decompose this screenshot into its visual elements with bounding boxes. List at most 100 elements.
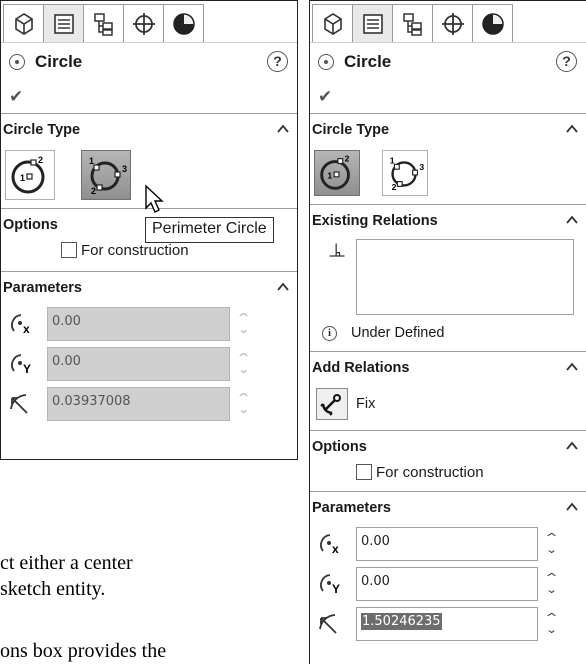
radius-value-selected: 1.50246235 <box>361 613 442 630</box>
circle-type-title: Circle Type <box>3 122 81 138</box>
svg-text:1: 1 <box>20 173 25 183</box>
tab-feature-manager[interactable] <box>312 4 353 42</box>
ok-check-button[interactable]: ✔ <box>318 87 332 107</box>
center-y-input[interactable]: 0.00 <box>356 567 538 601</box>
center-y-input[interactable]: 0.00 <box>47 347 230 381</box>
svg-text:1: 1 <box>327 171 332 181</box>
property-manager-icon <box>53 13 74 34</box>
tab-configuration-manager[interactable] <box>392 4 433 42</box>
perimeter-circle-button[interactable]: 1 3 2 <box>382 150 428 196</box>
definition-status: i Under Defined <box>310 315 586 351</box>
radius-spinner[interactable]: ^ ⌄ <box>541 607 563 641</box>
svg-text:1: 1 <box>390 155 395 165</box>
construction-label: For construction <box>376 463 484 481</box>
center-x-spinner[interactable]: ^ ⌄ <box>233 307 255 341</box>
tab-dimxpert-manager[interactable] <box>432 4 473 42</box>
center-x-icon: x <box>320 534 339 556</box>
options-section: Options For construction <box>310 430 586 487</box>
manager-tabs <box>1 1 297 43</box>
configuration-manager-icon <box>93 12 113 36</box>
fix-relation-row: Fix <box>310 384 586 430</box>
options-title: Options <box>3 217 58 233</box>
tab-configuration-manager[interactable] <box>83 4 124 42</box>
chevron-up-icon[interactable] <box>566 123 578 135</box>
center-y-spinner[interactable]: ^ ⌄ <box>233 347 255 381</box>
svg-text:x: x <box>23 322 30 336</box>
crosshair-icon <box>132 12 155 35</box>
center-y-spinner[interactable]: ^ ⌄ <box>541 567 563 601</box>
anchor-icon <box>320 394 341 416</box>
relations-row <box>310 237 586 315</box>
ok-check-button[interactable]: ✔ <box>9 87 23 107</box>
tab-display-manager[interactable] <box>163 4 204 42</box>
property-title-bar: Circle ? <box>310 43 586 81</box>
center-x-row: x 0.00 ^ ⌄ <box>310 524 586 564</box>
property-title-bar: Circle ? <box>1 43 297 81</box>
parameters-section: Parameters x 0.00 ^ ⌄ Y 0.00 ^ ⌄ 1.5024623… <box>310 491 586 644</box>
center-x-input[interactable]: 0.00 <box>356 527 538 561</box>
circle-property-manager-right: Circle ? ✔ Circle Type 21 132 Existing R… <box>309 0 586 664</box>
existing-relations-section: Existing Relations i Under Defined <box>310 204 586 351</box>
radius-row: 1.50246235 ^ ⌄ <box>310 604 586 644</box>
doc-text-line-1: ct either a center <box>0 552 133 574</box>
center-x-spinner[interactable]: ^ ⌄ <box>541 527 563 561</box>
circle-type-buttons: 21 132 <box>310 146 586 204</box>
doc-text-line-2: sketch entity. <box>0 578 106 600</box>
svg-text:2: 2 <box>345 154 350 164</box>
chevron-up-icon[interactable] <box>566 501 578 513</box>
fix-button[interactable] <box>316 388 348 420</box>
radius-icon <box>10 394 28 414</box>
svg-text:2: 2 <box>38 155 43 165</box>
tab-dimxpert-manager[interactable] <box>123 4 164 42</box>
circle-feature-icon <box>9 54 25 70</box>
chevron-up-icon[interactable] <box>566 440 578 452</box>
chevron-up-icon[interactable] <box>566 361 578 373</box>
options-header[interactable]: Options <box>310 431 586 463</box>
center-x-input[interactable]: 0.00 <box>47 307 230 341</box>
chevron-up-icon[interactable] <box>277 281 289 293</box>
confirm-row: ✔ <box>310 81 586 113</box>
manager-tabs <box>310 1 586 43</box>
appearance-sphere-icon <box>172 12 195 35</box>
page-title: Circle <box>35 52 83 71</box>
parameters-header[interactable]: Parameters <box>310 492 586 524</box>
center-circle-icon: 21 <box>320 154 350 190</box>
tab-property-manager[interactable] <box>43 4 84 42</box>
radius-input[interactable]: 0.03937008 <box>47 387 230 421</box>
radius-row: 0.03937008 ^ ⌄ <box>1 384 297 424</box>
center-circle-button[interactable]: 21 <box>314 150 360 196</box>
center-y-icon: Y <box>11 354 31 376</box>
radius-input[interactable]: 1.50246235 <box>356 607 538 641</box>
circle-type-header[interactable]: Circle Type <box>1 114 297 146</box>
existing-relations-header[interactable]: Existing Relations <box>310 205 586 237</box>
tab-display-manager[interactable] <box>472 4 513 42</box>
page-title: Circle <box>344 52 392 71</box>
tab-feature-manager[interactable] <box>3 4 44 42</box>
perimeter-circle-button[interactable]: 1 3 2 <box>81 150 131 200</box>
feature-manager-icon <box>323 12 342 35</box>
construction-label: For construction <box>81 241 189 259</box>
radius-spinner[interactable]: ^ ⌄ <box>233 387 255 421</box>
center-circle-button[interactable]: 21 <box>5 150 55 200</box>
svg-text:3: 3 <box>122 164 127 174</box>
crosshair-icon <box>441 12 464 35</box>
help-button[interactable]: ? <box>267 51 288 72</box>
construction-checkbox[interactable] <box>356 464 372 480</box>
chevron-up-icon[interactable] <box>566 214 578 226</box>
confirm-row: ✔ <box>1 81 297 113</box>
chevron-up-icon[interactable] <box>277 123 289 135</box>
add-relations-header[interactable]: Add Relations <box>310 352 586 384</box>
existing-relations-list[interactable] <box>356 239 574 315</box>
help-button[interactable]: ? <box>556 51 577 72</box>
relations-perpendicular-icon <box>329 243 345 257</box>
circle-type-section: Circle Type 21 132 <box>310 113 586 204</box>
construction-checkbox[interactable] <box>61 242 77 258</box>
circle-type-header[interactable]: Circle Type <box>310 114 586 146</box>
svg-text:2: 2 <box>392 182 397 192</box>
center-x-icon: x <box>11 314 30 336</box>
mouse-pointer-icon <box>145 184 164 213</box>
center-x-row: x 0.00 ^ ⌄ <box>1 304 297 344</box>
center-circle-icon: 21 <box>11 155 45 194</box>
tab-property-manager[interactable] <box>352 4 393 42</box>
parameters-header[interactable]: Parameters <box>1 272 297 304</box>
